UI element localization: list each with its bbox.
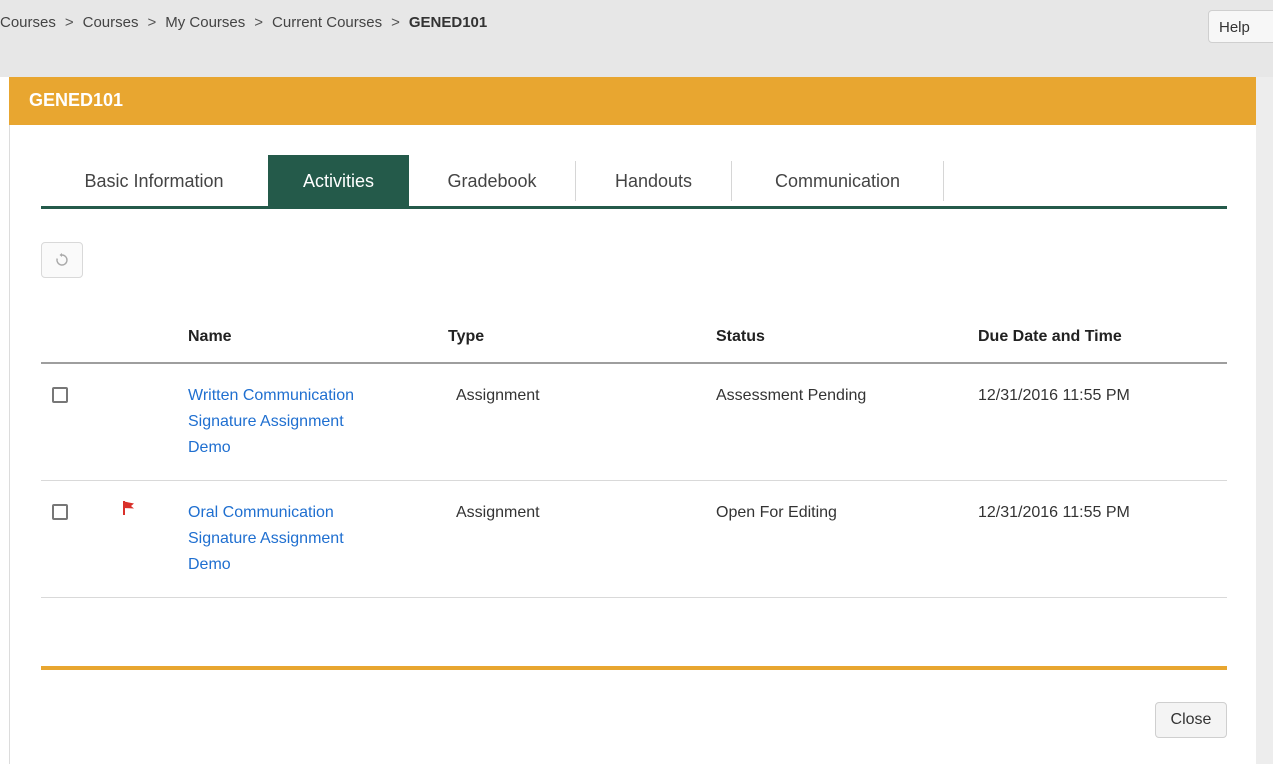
column-header-status[interactable]: Status bbox=[716, 328, 765, 346]
scroll-gutter bbox=[1256, 77, 1273, 764]
breadcrumb-separator: > bbox=[391, 14, 400, 31]
activity-type: Assignment bbox=[456, 504, 540, 521]
course-title: GENED101 bbox=[29, 90, 124, 110]
tab-underline bbox=[41, 206, 1227, 209]
activity-name-line[interactable]: Signature Assignment bbox=[188, 526, 418, 552]
activity-status: Open For Editing bbox=[716, 504, 837, 521]
activity-type: Assignment bbox=[456, 387, 540, 404]
footer-divider bbox=[41, 666, 1227, 670]
breadcrumb-item-courses[interactable]: Courses bbox=[0, 14, 56, 31]
course-header: GENED101 bbox=[9, 77, 1256, 125]
activity-name-link[interactable]: Oral Communication Signature Assignment … bbox=[188, 500, 418, 578]
row-checkbox[interactable] bbox=[52, 387, 68, 403]
tab-basic-information[interactable]: Basic Information bbox=[41, 155, 267, 207]
left-border bbox=[9, 125, 10, 764]
activity-name-line[interactable]: Signature Assignment bbox=[188, 409, 418, 435]
refresh-icon bbox=[56, 253, 68, 266]
activity-name-line[interactable]: Written Communication bbox=[188, 383, 418, 409]
breadcrumb-item-current-courses[interactable]: Current Courses bbox=[272, 14, 382, 31]
close-button[interactable]: Close bbox=[1155, 702, 1227, 738]
table-row: Written Communication Signature Assignme… bbox=[41, 365, 1227, 481]
breadcrumb-current: GENED101 bbox=[408, 14, 488, 31]
tab-gradebook[interactable]: Gradebook bbox=[409, 155, 575, 207]
activity-due-date: 12/31/2016 11:55 PM bbox=[978, 504, 1130, 521]
breadcrumb-item-my-courses[interactable]: My Courses bbox=[165, 14, 245, 31]
row-divider bbox=[41, 480, 1227, 481]
help-button[interactable]: Help bbox=[1208, 10, 1273, 43]
activity-name-line[interactable]: Demo bbox=[188, 552, 418, 578]
column-header-due-date[interactable]: Due Date and Time bbox=[978, 328, 1122, 346]
column-header-name[interactable]: Name bbox=[188, 328, 232, 346]
flag-icon bbox=[123, 501, 134, 515]
activity-name-line[interactable]: Demo bbox=[188, 435, 418, 461]
breadcrumb-separator: > bbox=[147, 14, 157, 31]
breadcrumb-separator: > bbox=[254, 14, 264, 31]
breadcrumb-item-courses-2[interactable]: Courses bbox=[83, 14, 139, 31]
activity-due-date: 12/31/2016 11:55 PM bbox=[978, 387, 1130, 404]
tab-divider bbox=[943, 161, 944, 201]
refresh-button[interactable] bbox=[41, 242, 83, 278]
tab-communication[interactable]: Communication bbox=[732, 155, 943, 207]
row-divider bbox=[41, 597, 1227, 598]
tab-activities[interactable]: Activities bbox=[268, 155, 409, 207]
breadcrumb-separator: > bbox=[64, 14, 74, 31]
table-row: Oral Communication Signature Assignment … bbox=[41, 482, 1227, 598]
header-divider bbox=[41, 362, 1227, 364]
row-checkbox[interactable] bbox=[52, 504, 68, 520]
tab-handouts[interactable]: Handouts bbox=[576, 155, 731, 207]
activity-name-line[interactable]: Oral Communication bbox=[188, 500, 418, 526]
top-bar: Courses > Courses > My Courses > Current Cours… bbox=[0, 0, 1273, 77]
breadcrumb: Courses > Courses > My Courses > Current Cours… bbox=[0, 14, 487, 31]
table-header: Name Type Status Due Date and Time bbox=[41, 312, 1227, 362]
activity-status: Assessment Pending bbox=[716, 387, 867, 404]
column-header-type[interactable]: Type bbox=[448, 328, 484, 346]
activity-name-link[interactable]: Written Communication Signature Assignme… bbox=[188, 383, 418, 461]
